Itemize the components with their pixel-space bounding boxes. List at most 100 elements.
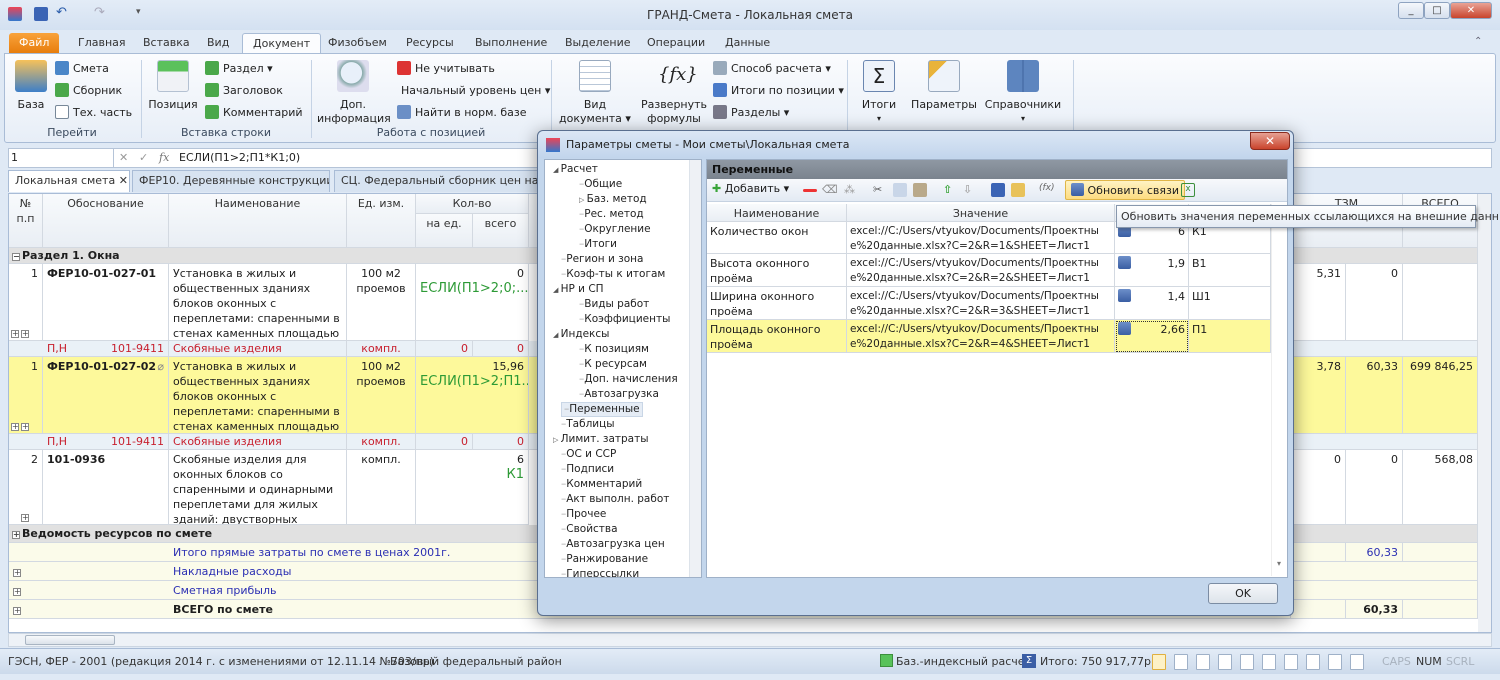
view-mode-7-icon[interactable]	[1284, 654, 1298, 670]
expand-arrow-icon[interactable]: ▷	[553, 436, 561, 444]
cell-reference-input[interactable]: 1	[11, 151, 111, 164]
position-button[interactable]: Позиция	[145, 60, 201, 112]
variable-value[interactable]: excel://C:/Users/vtyukov/Documents/Проек…	[847, 222, 1115, 254]
variable-name[interactable]: Количество окон	[707, 222, 847, 254]
baza-button[interactable]: База	[11, 60, 51, 112]
collapse-arrow-icon[interactable]: ◢	[553, 166, 561, 174]
tab-execution[interactable]: Выполнение	[465, 33, 557, 54]
view-mode-9-icon[interactable]	[1328, 654, 1342, 670]
collapse-arrow-icon[interactable]: ◢	[553, 331, 561, 339]
view-mode-6-icon[interactable]	[1262, 654, 1276, 670]
view-mode-3-icon[interactable]	[1196, 654, 1210, 670]
collapse-ribbon-icon[interactable]: ⌃	[1474, 36, 1482, 47]
tab-view[interactable]: Вид	[197, 33, 239, 54]
variable-number[interactable]: 1,4	[1168, 290, 1186, 303]
cut-icon[interactable]: ✂	[873, 183, 887, 197]
variable-number[interactable]: 2,66	[1161, 323, 1186, 336]
tree-item[interactable]: –Общие	[579, 177, 622, 192]
razdel-button[interactable]: Раздел ▾	[205, 60, 273, 78]
tab-insert[interactable]: Вставка	[133, 33, 200, 54]
tab-home[interactable]: Главная	[68, 33, 136, 54]
tree-item[interactable]: ◢ Индексы	[553, 327, 609, 342]
dialog-title-bar[interactable]: Параметры сметы - Мои сметы\Локальная см…	[538, 131, 1293, 158]
tree-item[interactable]: –Таблицы	[561, 417, 615, 432]
tree-item[interactable]: ◢ НР и СП	[553, 282, 604, 297]
tree-item[interactable]: ▷ Лимит. затраты	[553, 432, 649, 447]
tab-data[interactable]: Данные	[715, 33, 780, 54]
reference-books-button[interactable]: Справочники ▾	[983, 60, 1063, 126]
expand-formulas-button[interactable]: {fx} Развернуть формулы	[639, 60, 709, 126]
comment-button[interactable]: Комментарий	[205, 104, 303, 122]
variable-value[interactable]: excel://C:/Users/vtyukov/Documents/Проек…	[847, 320, 1115, 353]
tab-selection[interactable]: Выделение	[555, 33, 641, 54]
view-mode-1-icon[interactable]	[1152, 654, 1166, 670]
save-icon[interactable]	[991, 183, 1005, 197]
tree-item[interactable]: –Подписи	[561, 462, 614, 477]
sbornik-button[interactable]: Сборник	[55, 82, 122, 100]
view-mode-2-icon[interactable]	[1174, 654, 1188, 670]
minimize-button[interactable]: _	[1398, 2, 1424, 19]
tree-item[interactable]: ▷ Баз. метод	[579, 192, 647, 207]
copy-icon[interactable]	[893, 183, 907, 197]
paste-icon[interactable]	[913, 183, 927, 197]
tree-item[interactable]: –Свойства	[561, 522, 618, 537]
accept-formula-icon[interactable]: ✓	[139, 151, 148, 164]
tab-resources[interactable]: Ресурсы	[396, 33, 464, 54]
tree-item[interactable]: ◢ Расчет	[553, 162, 598, 177]
expand-icon[interactable]: + +	[11, 326, 31, 339]
ok-button[interactable]: OK	[1208, 583, 1278, 604]
tree-item[interactable]: –ОС и ССР	[561, 447, 616, 462]
tab-physvolume[interactable]: Физобъем	[318, 33, 397, 54]
doc-tab-sc[interactable]: СЦ. Федеральный сборник цен на мате	[334, 170, 544, 192]
tab-file[interactable]: Файл	[9, 33, 60, 54]
tree-item[interactable]: –К позициям	[579, 342, 649, 357]
variable-value[interactable]: excel://C:/Users/vtyukov/Documents/Проек…	[847, 254, 1115, 287]
expand-icon[interactable]: +	[13, 588, 21, 596]
expand-icon[interactable]: +	[13, 607, 21, 615]
tree-item[interactable]: –Рес. метод	[579, 207, 644, 222]
tree-item[interactable]: –Переменные	[561, 402, 643, 417]
excel-icon[interactable]: x	[1181, 183, 1195, 197]
tree-item[interactable]: –Регион и зона	[561, 252, 643, 267]
variable-code[interactable]: П1	[1189, 320, 1271, 353]
calc-method-dropdown[interactable]: Способ расчета ▾	[713, 60, 831, 78]
sections-dropdown[interactable]: Разделы ▾	[713, 104, 789, 122]
view-mode-5-icon[interactable]	[1240, 654, 1254, 670]
horizontal-scrollbar[interactable]	[8, 633, 1492, 647]
variable-code[interactable]: В1	[1189, 254, 1271, 287]
doc-tab-local-estimate[interactable]: Локальная смета ✕	[8, 170, 130, 192]
col-header-name[interactable]: Наименование	[169, 194, 347, 248]
open-folder-icon[interactable]	[1011, 183, 1025, 197]
cancel-formula-icon[interactable]: ✕	[119, 151, 128, 164]
expand-icon[interactable]: +	[12, 531, 20, 539]
formula-input[interactable]: ЕСЛИ(П1>2;П1*К1;0)	[179, 151, 300, 164]
delete-icon[interactable]	[803, 189, 817, 192]
col-header-per-unit[interactable]: на ед.	[416, 214, 473, 248]
move-up-icon[interactable]: ⇧	[943, 183, 957, 197]
view-mode-10-icon[interactable]	[1350, 654, 1364, 670]
tree-item[interactable]: –Автозагрузка цен	[561, 537, 665, 552]
variable-name[interactable]: Площадь оконного проёма	[707, 320, 847, 353]
fx-icon[interactable]: fx	[159, 151, 169, 164]
col-header-var-name[interactable]: Наименование	[707, 204, 847, 222]
tree-scrollbar[interactable]	[689, 160, 701, 577]
col-header-total[interactable]: всего	[473, 214, 529, 248]
parameters-button[interactable]: Параметры	[909, 60, 979, 112]
variable-name[interactable]: Высота оконного проёма	[707, 254, 847, 287]
variables-scrollbar[interactable]: ▾	[1271, 204, 1286, 576]
tree-item[interactable]: –Итоги	[579, 237, 617, 252]
clear-all-icon[interactable]: ⁂	[844, 183, 858, 197]
tree-item[interactable]: –Ранжирование	[561, 552, 648, 567]
tree-item[interactable]: –Виды работ	[579, 297, 649, 312]
variable-value[interactable]: excel://C:/Users/vtyukov/Documents/Проек…	[847, 287, 1115, 320]
scroll-thumb[interactable]	[25, 635, 115, 645]
close-tab-icon[interactable]: ✕	[119, 174, 128, 187]
col-header-qty[interactable]: Кол-во	[416, 194, 529, 214]
tree-item[interactable]: –Комментарий	[561, 477, 642, 492]
tree-item[interactable]: –Коэффициенты	[579, 312, 670, 327]
doc-view-button[interactable]: Вид документа ▾	[557, 60, 633, 126]
calc-mode-status[interactable]: Баз.-индексный расчет	[896, 655, 1031, 668]
move-down-icon[interactable]: ⇩	[963, 183, 977, 197]
totals-button[interactable]: Σ Итоги ▾	[857, 60, 901, 126]
variable-name[interactable]: Ширина оконного проёма	[707, 287, 847, 320]
